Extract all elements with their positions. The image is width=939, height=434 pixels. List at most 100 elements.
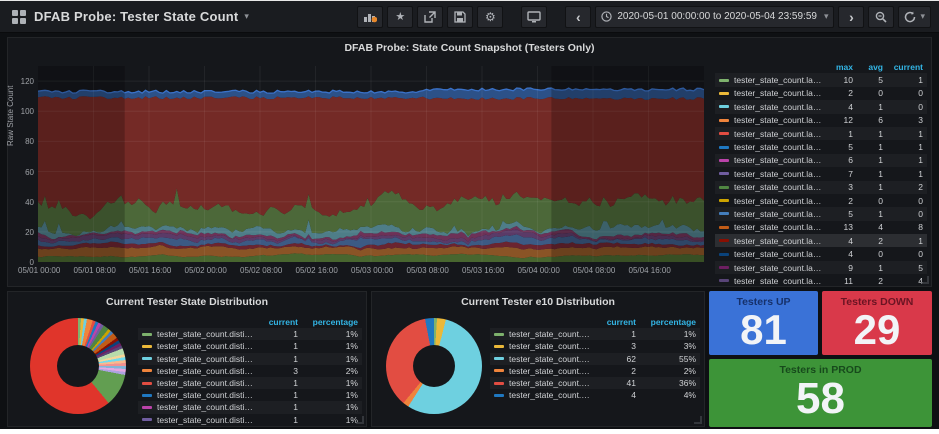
series-label[interactable]: tester_state_count.sum (e10group: ENGR) <box>509 329 592 339</box>
stacked-area-chart[interactable] <box>37 66 705 262</box>
series-label[interactable]: tester_state_count.sum (e10group: UDWN) <box>509 390 592 400</box>
series-label[interactable]: tester_state_count.last (state: 03HW) <box>734 222 823 232</box>
legend-row[interactable]: tester_state_count.last (state: 03PC) 11 2… <box>715 274 927 284</box>
series-color-swatch[interactable] <box>719 279 729 283</box>
series-color-swatch[interactable] <box>719 266 729 270</box>
series-label[interactable]: tester_state_count.last (state: 03DC) <box>734 209 823 219</box>
series-color-swatch[interactable] <box>719 105 729 109</box>
tv-mode-button[interactable] <box>521 5 548 28</box>
legend-row[interactable]: tester_state_count.last (state: 03DO) 4 0 0 <box>715 247 927 260</box>
settings-button[interactable]: ⚙ <box>477 5 504 28</box>
legend-row[interactable]: tester_state_count.last (state: 03A) 3 1 2 <box>715 181 927 194</box>
legend-row[interactable]: tester_state_count.distinct (state: 01) 1… <box>138 328 362 340</box>
series-label[interactable]: tester_state_count.last (state: 03OP) <box>734 263 823 273</box>
series-color-swatch[interactable] <box>142 405 152 409</box>
legend-row[interactable]: tester_state_count.sum (e10group: SDWN) 2… <box>490 365 700 377</box>
legend-sort-header[interactable]: current <box>883 62 923 72</box>
series-label[interactable]: tester_state_count.distinct (state: 02CC… <box>157 402 254 412</box>
series-label[interactable]: tester_state_count.last (state: 03DO) <box>734 249 823 259</box>
series-label[interactable]: tester_state_count.distinct (state: 01HW… <box>157 354 254 364</box>
legend-row[interactable]: tester_state_count.distinct (state: 02CC… <box>138 401 362 413</box>
refresh-button[interactable]: ▾ <box>898 5 931 28</box>
series-label[interactable]: tester_state_count.distinct (state: 02) <box>157 390 254 400</box>
legend-row[interactable]: tester_state_count.last (state: 01AL) 2 0 0 <box>715 87 927 100</box>
legend-row[interactable]: tester_state_count.distinct (state: 01NS… <box>138 377 362 389</box>
legend-row[interactable]: tester_state_count.last (state: 01LY) 12 6… <box>715 114 927 127</box>
series-label[interactable]: tester_state_count.last (state: 01LY) <box>734 115 823 125</box>
legend-sort-header[interactable]: max <box>823 62 853 72</box>
series-label[interactable]: tester_state_count.last (state: 01NS) <box>734 129 823 139</box>
legend-row[interactable]: tester_state_count.distinct (state: 01HW… <box>138 353 362 365</box>
series-color-swatch[interactable] <box>494 344 504 348</box>
series-color-swatch[interactable] <box>719 185 729 189</box>
testers-up-stat[interactable]: Testers UP 81 <box>709 291 818 355</box>
legend-row[interactable]: tester_state_count.sum (e10group: ENGR) 1… <box>490 328 700 340</box>
legend-row[interactable]: tester_state_count.sum (e10group: UDWN) 4… <box>490 389 700 401</box>
legend-row[interactable]: tester_state_count.last (state: 03) 7 1 1 <box>715 167 927 180</box>
series-color-swatch[interactable] <box>719 158 729 162</box>
testers-in-prod-stat[interactable]: Testers in PROD 58 <box>709 359 932 427</box>
series-label[interactable]: tester_state_count.last (state: 03AP) <box>734 196 823 206</box>
series-label[interactable]: tester_state_count.sum (e10group: STBY) <box>509 378 592 388</box>
legend-row[interactable]: tester_state_count.last (state: 01HW) 4 1 0 <box>715 100 927 113</box>
star-button[interactable]: ★ <box>387 5 414 28</box>
legend-row[interactable]: tester_state_count.last (state: 02) 5 1 1 <box>715 140 927 153</box>
series-label[interactable]: tester_state_count.sum (e10group: PROD) <box>509 354 592 364</box>
legend-row[interactable]: tester_state_count.distinct (state: 01LY… <box>138 365 362 377</box>
series-color-swatch[interactable] <box>719 172 729 176</box>
legend-row[interactable]: tester_state_count.last (state: 03AP) 2 0 0 <box>715 194 927 207</box>
legend-row[interactable]: tester_state_count.sum (e10group: PROD) 6… <box>490 353 700 365</box>
save-button[interactable] <box>447 5 474 28</box>
series-color-swatch[interactable] <box>142 418 152 422</box>
series-color-swatch[interactable] <box>719 91 729 95</box>
series-color-swatch[interactable] <box>719 132 729 136</box>
main-chart-legend[interactable]: maxavgcurrenttester_state_count.last (st… <box>715 60 927 284</box>
legend-row[interactable]: tester_state_count.sum (e10group: STBY) 4… <box>490 377 700 389</box>
series-label[interactable]: tester_state_count.last (state: 02CC) <box>734 155 823 165</box>
add-panel-button[interactable] <box>357 5 384 28</box>
legend-row[interactable]: tester_state_count.last (state: 03R) 4 2 1 <box>715 234 927 248</box>
legend-sort-header[interactable]: percentage <box>636 317 696 327</box>
legend-sort-header[interactable]: current <box>254 317 298 327</box>
legend-row[interactable]: tester_state_count.last (state: 01) 10 5 1 <box>715 73 927 86</box>
series-color-swatch[interactable] <box>142 369 152 373</box>
dashboard-grid-icon[interactable] <box>12 9 26 24</box>
series-color-swatch[interactable] <box>719 118 729 122</box>
series-color-swatch[interactable] <box>719 145 729 149</box>
time-back-button[interactable]: ‹ <box>565 5 592 28</box>
series-color-swatch[interactable] <box>494 369 504 373</box>
e10-distribution-title[interactable]: Current Tester e10 Distribution <box>372 292 704 312</box>
state-distribution-title[interactable]: Current Tester State Distribution <box>8 292 366 312</box>
legend-row[interactable]: tester_state_count.last (state: 01NS) 1 1 1 <box>715 127 927 140</box>
series-color-swatch[interactable] <box>494 332 504 336</box>
legend-row[interactable]: tester_state_count.last (state: 03OP) 9 1 5 <box>715 261 927 274</box>
legend-row[interactable]: tester_state_count.last (state: 03HW) 13 4… <box>715 221 927 234</box>
legend-row[interactable]: tester_state_count.distinct (state: 02) 1… <box>138 389 362 401</box>
share-button[interactable] <box>417 5 444 28</box>
testers-down-stat[interactable]: Testers DOWN 29 <box>822 291 932 355</box>
series-label[interactable]: tester_state_count.last (state: 03A) <box>734 182 823 192</box>
series-label[interactable]: tester_state_count.distinct (state: 01) <box>157 329 254 339</box>
series-color-swatch[interactable] <box>494 381 504 385</box>
series-label[interactable]: tester_state_count.last (state: 03R) <box>734 236 823 246</box>
main-chart-panel-title[interactable]: DFAB Probe: State Count Snapshot (Tester… <box>8 38 931 58</box>
series-color-swatch[interactable] <box>142 344 152 348</box>
series-color-swatch[interactable] <box>719 239 729 243</box>
series-color-swatch[interactable] <box>142 393 152 397</box>
series-color-swatch[interactable] <box>719 212 729 216</box>
legend-row[interactable]: tester_state_count.distinct (state: 01AL… <box>138 340 362 352</box>
series-color-swatch[interactable] <box>142 357 152 361</box>
series-label[interactable]: tester_state_count.distinct (state: 01LY… <box>157 366 254 376</box>
series-label[interactable]: tester_state_count.last (state: 01AL) <box>734 88 823 98</box>
series-color-swatch[interactable] <box>494 393 504 397</box>
legend-sort-header[interactable]: current <box>592 317 636 327</box>
series-label[interactable]: tester_state_count.sum (e10group: NSCH) <box>509 341 592 351</box>
state-distribution-legend[interactable]: current percentage tester_state_count.dist… <box>138 316 362 426</box>
series-label[interactable]: tester_state_count.distinct (state: 01AL… <box>157 341 254 351</box>
e10-distribution-legend[interactable]: current percentage tester_state_count.sum … <box>490 316 700 426</box>
series-label[interactable]: tester_state_count.last (state: 03) <box>734 169 823 179</box>
title-caret-icon[interactable]: ▾ <box>244 11 249 22</box>
time-range-picker[interactable]: 2020-05-01 00:00:00 to 2020-05-04 23:59:… <box>595 5 835 28</box>
zoom-out-button[interactable] <box>868 5 895 28</box>
legend-row[interactable]: tester_state_count.distinct (state: 03) 1… <box>138 414 362 426</box>
